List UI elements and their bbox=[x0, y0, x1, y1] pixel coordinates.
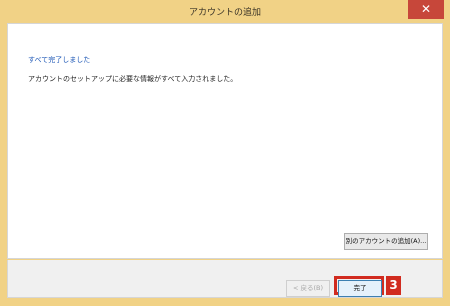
completion-heading: すべて完了しました bbox=[28, 56, 91, 64]
completion-message: アカウントのセットアップに必要な情報がすべて入力されました。 bbox=[28, 75, 238, 83]
close-button[interactable]: ✕ bbox=[408, 0, 444, 19]
finish-button[interactable]: 完了 bbox=[338, 280, 382, 297]
back-button[interactable]: < 戻る(B) bbox=[286, 280, 330, 297]
step-number-badge: 3 bbox=[386, 276, 401, 295]
title-bar: アカウントの追加 ✕ bbox=[0, 0, 450, 23]
window-title: アカウントの追加 bbox=[188, 8, 261, 18]
add-account-dialog: アカウントの追加 ✕ すべて完了しました アカウントのセットアップに必要な情報が… bbox=[0, 0, 450, 306]
add-another-account-button[interactable]: 別のアカウントの追加(A)... bbox=[344, 233, 428, 250]
